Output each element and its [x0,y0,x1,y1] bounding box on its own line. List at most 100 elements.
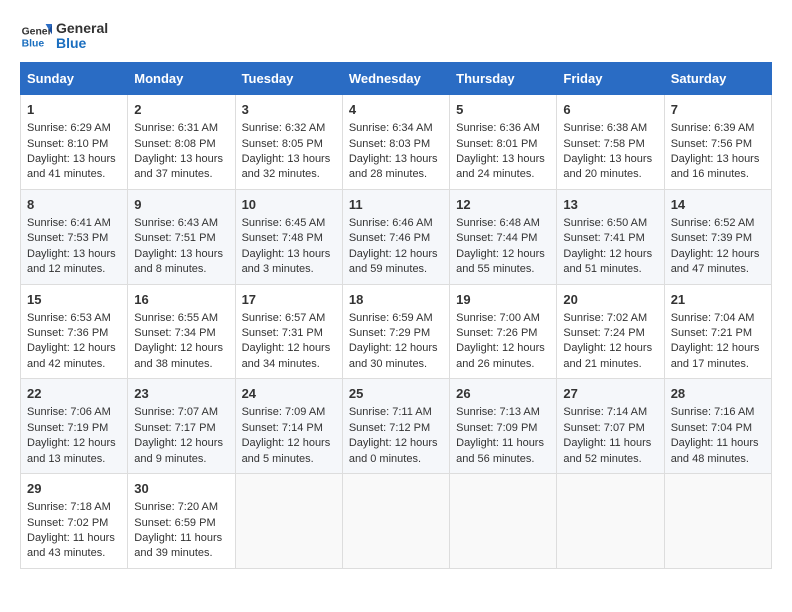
calendar-cell: 7Sunrise: 6:39 AMSunset: 7:56 PMDaylight… [664,95,771,190]
sunrise: Sunrise: 7:02 AM [563,312,647,324]
sunrise: Sunrise: 6:59 AM [349,312,433,324]
sunset: Sunset: 8:10 PM [27,138,108,150]
daylight: Daylight: 13 hours and 41 minutes. [27,153,116,180]
daylight: Daylight: 12 hours and 9 minutes. [134,437,223,464]
calendar-cell: 3Sunrise: 6:32 AMSunset: 8:05 PMDaylight… [235,95,342,190]
day-number: 5 [456,101,550,119]
sunset: Sunset: 7:41 PM [563,232,644,244]
sunset: Sunset: 7:31 PM [242,327,323,339]
day-number: 23 [134,385,228,403]
sunrise: Sunrise: 7:16 AM [671,406,755,418]
calendar-cell: 1 Sunrise: 6:29 AM Sunset: 8:10 PM Daylight… [21,95,128,190]
calendar-cell: 20Sunrise: 7:02 AMSunset: 7:24 PMDayligh… [557,284,664,379]
weekday-header-thursday: Thursday [450,63,557,95]
calendar-cell [664,474,771,569]
sunset: Sunset: 7:56 PM [671,138,752,150]
sunset: Sunset: 8:03 PM [349,138,430,150]
day-number: 4 [349,101,443,119]
calendar-cell [557,474,664,569]
weekday-header-sunday: Sunday [21,63,128,95]
calendar-cell: 9 Sunrise: 6:43 AM Sunset: 7:51 PM Daylight… [128,189,235,284]
sunrise: Sunrise: 6:52 AM [671,217,755,229]
sunrise: Sunrise: 6:48 AM [456,217,540,229]
sunset: Sunset: 7:34 PM [134,327,215,339]
sunrise: Sunrise: 6:41 AM [27,217,111,229]
sunset: Sunset: 6:59 PM [134,517,215,529]
calendar-cell: 18Sunrise: 6:59 AMSunset: 7:29 PMDayligh… [342,284,449,379]
weekday-header-wednesday: Wednesday [342,63,449,95]
calendar-cell: 28Sunrise: 7:16 AMSunset: 7:04 PMDayligh… [664,379,771,474]
sunrise: Sunrise: 6:34 AM [349,122,433,134]
sunset: Sunset: 7:51 PM [134,232,215,244]
daylight: Daylight: 12 hours and 17 minutes. [671,342,760,369]
calendar-cell [450,474,557,569]
weekday-header-tuesday: Tuesday [235,63,342,95]
sunrise: Sunrise: 7:18 AM [27,501,111,513]
svg-text:General: General [22,26,52,37]
daylight: Daylight: 12 hours and 0 minutes. [349,437,438,464]
daylight: Daylight: 11 hours and 43 minutes. [27,532,115,559]
calendar-cell: 26Sunrise: 7:13 AMSunset: 7:09 PMDayligh… [450,379,557,474]
calendar-cell: 16Sunrise: 6:55 AMSunset: 7:34 PMDayligh… [128,284,235,379]
daylight: Daylight: 12 hours and 5 minutes. [242,437,331,464]
sunrise: Sunrise: 6:43 AM [134,217,218,229]
calendar-cell: 13Sunrise: 6:50 AMSunset: 7:41 PMDayligh… [557,189,664,284]
sunset: Sunset: 7:09 PM [456,422,537,434]
calendar-cell: 25Sunrise: 7:11 AMSunset: 7:12 PMDayligh… [342,379,449,474]
sunrise: Sunrise: 6:29 AM [27,122,111,134]
calendar-cell: 29Sunrise: 7:18 AMSunset: 7:02 PMDayligh… [21,474,128,569]
calendar-cell: 4Sunrise: 6:34 AMSunset: 8:03 PMDaylight… [342,95,449,190]
daylight: Daylight: 13 hours and 24 minutes. [456,153,545,180]
week-row-2: 8Sunrise: 6:41 AMSunset: 7:53 PMDaylight… [21,189,772,284]
calendar-cell: 15Sunrise: 6:53 AMSunset: 7:36 PMDayligh… [21,284,128,379]
calendar-cell: 6Sunrise: 6:38 AMSunset: 7:58 PMDaylight… [557,95,664,190]
daylight: Daylight: 13 hours and 8 minutes. [134,248,223,275]
calendar-cell: 22Sunrise: 7:06 AMSunset: 7:19 PMDayligh… [21,379,128,474]
calendar-cell: 11Sunrise: 6:46 AMSunset: 7:46 PMDayligh… [342,189,449,284]
logo-icon: General Blue [20,20,52,52]
sunrise: Sunrise: 6:45 AM [242,217,326,229]
daylight: Daylight: 13 hours and 32 minutes. [242,153,331,180]
sunset: Sunset: 7:17 PM [134,422,215,434]
daylight: Daylight: 13 hours and 16 minutes. [671,153,760,180]
daylight: Daylight: 12 hours and 47 minutes. [671,248,760,275]
week-row-5: 29Sunrise: 7:18 AMSunset: 7:02 PMDayligh… [21,474,772,569]
daylight: Daylight: 12 hours and 51 minutes. [563,248,652,275]
logo: General Blue General Blue [20,20,108,52]
sunset: Sunset: 8:08 PM [134,138,215,150]
sunset: Sunset: 7:21 PM [671,327,752,339]
day-number: 25 [349,385,443,403]
sunrise: Sunrise: 6:53 AM [27,312,111,324]
sunrise: Sunrise: 7:11 AM [349,406,432,418]
sunset: Sunset: 7:44 PM [456,232,537,244]
sunset: Sunset: 7:58 PM [563,138,644,150]
sunrise: Sunrise: 7:06 AM [27,406,111,418]
daylight: Daylight: 12 hours and 55 minutes. [456,248,545,275]
calendar-cell: 10Sunrise: 6:45 AMSunset: 7:48 PMDayligh… [235,189,342,284]
svg-text:Blue: Blue [22,38,45,49]
day-number: 24 [242,385,336,403]
weekday-header-monday: Monday [128,63,235,95]
calendar-cell: 27Sunrise: 7:14 AMSunset: 7:07 PMDayligh… [557,379,664,474]
daylight: Daylight: 12 hours and 38 minutes. [134,342,223,369]
sunrise: Sunrise: 6:57 AM [242,312,326,324]
page-header: General Blue General Blue [20,20,772,52]
calendar-cell: 5Sunrise: 6:36 AMSunset: 8:01 PMDaylight… [450,95,557,190]
calendar-cell: 12 Sunrise: 6:48 AM Sunset: 7:44 PM Dayligh… [450,189,557,284]
week-row-4: 22Sunrise: 7:06 AMSunset: 7:19 PMDayligh… [21,379,772,474]
day-number: 12 [456,196,550,214]
day-number: 28 [671,385,765,403]
sunset: Sunset: 7:48 PM [242,232,323,244]
day-number: 1 [27,101,121,119]
sunset: Sunset: 8:05 PM [242,138,323,150]
day-number: 10 [242,196,336,214]
day-number: 9 [134,196,228,214]
calendar-table: SundayMondayTuesdayWednesdayThursdayFrid… [20,62,772,569]
sunrise: Sunrise: 7:09 AM [242,406,326,418]
day-number: 2 [134,101,228,119]
day-number: 15 [27,291,121,309]
sunset: Sunset: 7:24 PM [563,327,644,339]
daylight: Daylight: 12 hours and 26 minutes. [456,342,545,369]
weekday-header-friday: Friday [557,63,664,95]
daylight: Daylight: 11 hours and 39 minutes. [134,532,222,559]
